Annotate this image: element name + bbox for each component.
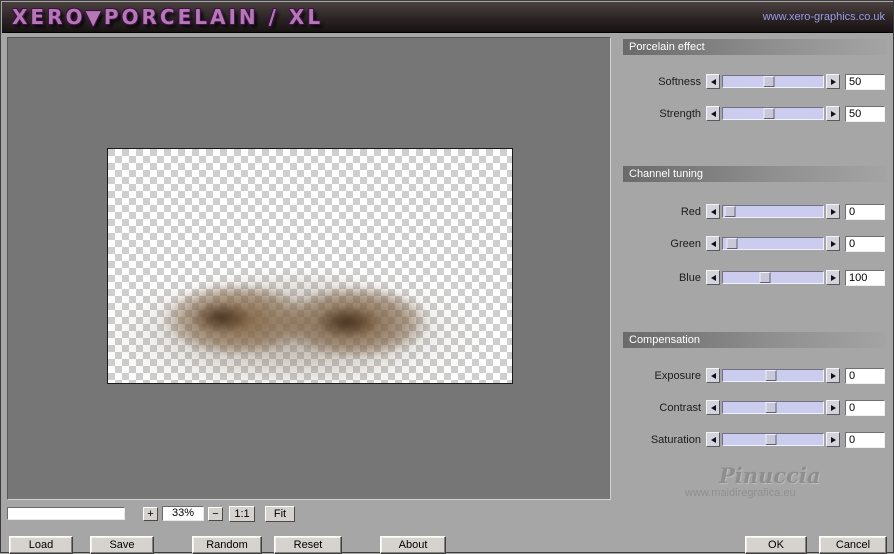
right-triangle-icon [830, 404, 836, 411]
slider-row-saturation: Saturation [621, 432, 889, 448]
saturation-increase-arrow-button[interactable] [826, 432, 840, 447]
load-button[interactable]: Load [9, 536, 73, 554]
slider-row-red: Red [621, 204, 889, 220]
ok-button[interactable]: OK [745, 536, 807, 554]
watermark-site: www.maidiregrafica.eu [685, 487, 796, 499]
right-triangle-icon [830, 372, 836, 379]
saturation-slider-thumb[interactable] [765, 434, 777, 445]
softness-decrease-arrow-button[interactable] [706, 74, 720, 89]
slider-label-softness: Softness [658, 76, 701, 88]
exposure-slider-thumb[interactable] [765, 370, 777, 381]
softness-slider-track[interactable] [722, 75, 824, 88]
slider-label-contrast: Contrast [659, 402, 701, 414]
left-triangle-icon [710, 274, 716, 281]
slider-row-softness: Softness [621, 74, 889, 90]
strength-decrease-arrow-button[interactable] [706, 106, 720, 121]
softness-increase-arrow-button[interactable] [826, 74, 840, 89]
exposure-increase-arrow-button[interactable] [826, 368, 840, 383]
exposure-value-input[interactable] [845, 368, 885, 384]
slider-label-strength: Strength [659, 108, 701, 120]
exposure-decrease-arrow-button[interactable] [706, 368, 720, 383]
left-triangle-icon [710, 78, 716, 85]
left-triangle-icon [710, 240, 716, 247]
plugin-dialog: XERO▼PORCELAIN / XL www.xero-graphics.co… [0, 0, 894, 554]
slider-label-exposure: Exposure [654, 370, 701, 382]
left-triangle-icon [710, 110, 716, 117]
group-header-porcelain-effect: Porcelain effect [623, 39, 887, 55]
left-triangle-icon [710, 208, 716, 215]
group-header-channel-tuning: Channel tuning [623, 166, 887, 182]
saturation-value-input[interactable] [845, 432, 885, 448]
contrast-slider-thumb[interactable] [765, 402, 777, 413]
strength-slider-track[interactable] [722, 107, 824, 120]
blue-value-input[interactable] [845, 270, 885, 286]
preview-image[interactable] [107, 148, 513, 384]
right-triangle-icon [830, 436, 836, 443]
slider-row-strength: Strength [621, 106, 889, 122]
green-value-input[interactable] [845, 236, 885, 252]
strength-increase-arrow-button[interactable] [826, 106, 840, 121]
blue-decrease-arrow-button[interactable] [706, 270, 720, 285]
slider-label-blue: Blue [678, 272, 701, 284]
red-slider-track[interactable] [722, 205, 824, 218]
left-triangle-icon [710, 372, 716, 379]
softness-value-input[interactable] [845, 74, 885, 90]
saturation-decrease-arrow-button[interactable] [706, 432, 720, 447]
softness-slider-thumb[interactable] [763, 76, 775, 87]
green-slider-track[interactable] [722, 237, 824, 250]
zoom-in-button[interactable]: + [143, 507, 158, 521]
strength-value-input[interactable] [845, 106, 885, 122]
random-button[interactable]: Random [192, 536, 262, 554]
right-triangle-icon [830, 274, 836, 281]
slider-row-blue: Blue [621, 270, 889, 286]
save-button[interactable]: Save [90, 536, 154, 554]
watermark-name: Pinuccia [719, 463, 821, 488]
reset-button[interactable]: Reset [274, 536, 342, 554]
blue-increase-arrow-button[interactable] [826, 270, 840, 285]
preview-texture-blobs [108, 149, 512, 383]
group-header-compensation: Compensation [623, 332, 887, 348]
right-triangle-icon [830, 240, 836, 247]
zoom-out-button[interactable]: − [208, 507, 223, 521]
progress-bar [7, 507, 125, 520]
green-decrease-arrow-button[interactable] [706, 236, 720, 251]
blue-slider-thumb[interactable] [759, 272, 771, 283]
blue-slider-track[interactable] [722, 271, 824, 284]
right-triangle-icon [830, 78, 836, 85]
saturation-slider-track[interactable] [722, 433, 824, 446]
controls-panel: Porcelain effect Softness Strength Chann… [621, 37, 889, 507]
about-button[interactable]: About [380, 536, 446, 554]
cancel-button[interactable]: Cancel [819, 536, 887, 554]
preview-panel [7, 37, 611, 500]
slider-row-green: Green [621, 236, 889, 252]
red-slider-thumb[interactable] [724, 206, 736, 217]
slider-label-green: Green [670, 238, 701, 250]
actual-size-button[interactable]: 1:1 [229, 506, 255, 522]
left-triangle-icon [710, 436, 716, 443]
zoom-level-display: 33% [162, 506, 204, 521]
fit-button[interactable]: Fit [265, 506, 295, 522]
strength-slider-thumb[interactable] [763, 108, 775, 119]
left-triangle-icon [710, 404, 716, 411]
contrast-slider-track[interactable] [722, 401, 824, 414]
title-bar: XERO▼PORCELAIN / XL www.xero-graphics.co… [2, 2, 893, 33]
slider-label-saturation: Saturation [650, 434, 701, 446]
slider-row-exposure: Exposure [621, 368, 889, 384]
green-slider-thumb[interactable] [726, 238, 738, 249]
green-increase-arrow-button[interactable] [826, 236, 840, 251]
red-increase-arrow-button[interactable] [826, 204, 840, 219]
contrast-increase-arrow-button[interactable] [826, 400, 840, 415]
plugin-logo-title: XERO▼PORCELAIN / XL [12, 5, 324, 29]
right-triangle-icon [830, 110, 836, 117]
slider-row-contrast: Contrast [621, 400, 889, 416]
red-value-input[interactable] [845, 204, 885, 220]
contrast-decrease-arrow-button[interactable] [706, 400, 720, 415]
exposure-slider-track[interactable] [722, 369, 824, 382]
red-decrease-arrow-button[interactable] [706, 204, 720, 219]
website-link[interactable]: www.xero-graphics.co.uk [763, 11, 885, 23]
contrast-value-input[interactable] [845, 400, 885, 416]
slider-label-red: Red [680, 206, 701, 218]
right-triangle-icon [830, 208, 836, 215]
